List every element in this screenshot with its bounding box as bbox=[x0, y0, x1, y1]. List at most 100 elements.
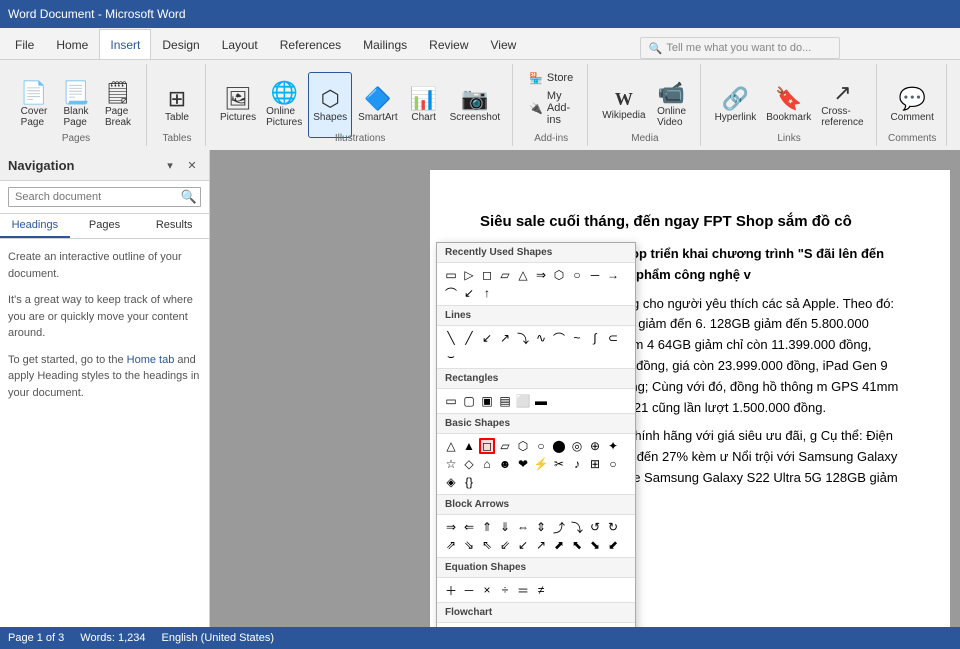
ba-16[interactable]: ↗ bbox=[533, 537, 549, 553]
ba-5[interactable]: ⇔ bbox=[515, 519, 531, 535]
shapes-button[interactable]: ⬡ Shapes bbox=[308, 72, 352, 138]
basic-8[interactable]: ◎ bbox=[569, 438, 585, 454]
tab-insert[interactable]: Insert bbox=[99, 29, 151, 59]
shape-triangle[interactable]: △ bbox=[515, 267, 531, 283]
basic-16[interactable]: ⚡ bbox=[533, 456, 549, 472]
search-input[interactable] bbox=[8, 187, 201, 207]
nav-close-button[interactable]: ✕ bbox=[183, 156, 201, 174]
eq-1[interactable]: ＋ bbox=[443, 582, 459, 598]
basic-20[interactable]: ○ bbox=[605, 456, 621, 472]
shape-hexagon[interactable]: ⬡ bbox=[551, 267, 567, 283]
ba-14[interactable]: ⇙ bbox=[497, 537, 513, 553]
basic-21[interactable]: ◈ bbox=[443, 474, 459, 490]
shape-square[interactable]: ◻ bbox=[479, 267, 495, 283]
ba-15[interactable]: ↙ bbox=[515, 537, 531, 553]
eq-3[interactable]: × bbox=[479, 582, 495, 598]
line-diagonal[interactable]: ╱ bbox=[461, 330, 477, 346]
line-connector1[interactable]: ⊂ bbox=[605, 330, 621, 346]
basic-5[interactable]: ⬡ bbox=[515, 438, 531, 454]
basic-2[interactable]: ▲ bbox=[461, 438, 477, 454]
nav-menu-button[interactable]: ▾ bbox=[161, 156, 179, 174]
wikipedia-button[interactable]: W Wikipedia bbox=[598, 72, 649, 138]
shape-line[interactable]: ─ bbox=[587, 267, 603, 283]
ba-8[interactable]: ⤵ bbox=[569, 519, 585, 535]
basic-22[interactable]: {} bbox=[461, 474, 477, 490]
ba-20[interactable]: ⬋ bbox=[605, 537, 621, 553]
basic-6[interactable]: ○ bbox=[533, 438, 549, 454]
comment-button[interactable]: 💬 Comment bbox=[887, 72, 938, 138]
basic-9[interactable]: ⊕ bbox=[587, 438, 603, 454]
basic-4[interactable]: ▱ bbox=[497, 438, 513, 454]
shape-parallelogram[interactable]: ▱ bbox=[497, 267, 513, 283]
rect-4[interactable]: ▤ bbox=[497, 393, 513, 409]
bookmark-button[interactable]: 🔖 Bookmark bbox=[762, 72, 815, 138]
line-curve1[interactable]: ⤵ bbox=[515, 330, 531, 346]
shape-arrow[interactable]: ▷ bbox=[461, 267, 477, 283]
ba-19[interactable]: ⬊ bbox=[587, 537, 603, 553]
ba-1[interactable]: ⇒ bbox=[443, 519, 459, 535]
rect-2[interactable]: ▢ bbox=[461, 393, 477, 409]
line-arc[interactable]: ⌒ bbox=[551, 330, 567, 346]
basic-11[interactable]: ☆ bbox=[443, 456, 459, 472]
eq-4[interactable]: ÷ bbox=[497, 582, 513, 598]
cover-page-button[interactable]: 📄 CoverPage bbox=[14, 72, 54, 138]
tell-me-input[interactable]: 🔍 Tell me what you want to do... bbox=[640, 37, 840, 59]
ba-17[interactable]: ⬈ bbox=[551, 537, 567, 553]
ba-7[interactable]: ⤴ bbox=[551, 519, 567, 535]
tab-view[interactable]: View bbox=[480, 29, 528, 59]
line-scribble[interactable]: ~ bbox=[569, 330, 585, 346]
tab-file[interactable]: File bbox=[4, 29, 45, 59]
search-icon[interactable]: 🔍 bbox=[181, 189, 197, 205]
eq-2[interactable]: － bbox=[461, 582, 477, 598]
line-arrow1[interactable]: ↙ bbox=[479, 330, 495, 346]
ba-2[interactable]: ⇐ bbox=[461, 519, 477, 535]
ba-13[interactable]: ⇖ bbox=[479, 537, 495, 553]
ba-4[interactable]: ⇓ bbox=[497, 519, 513, 535]
online-video-button[interactable]: 📹 OnlineVideo bbox=[652, 72, 692, 138]
rect-6[interactable]: ▬ bbox=[533, 393, 549, 409]
line-straight[interactable]: ╲ bbox=[443, 330, 459, 346]
tab-design[interactable]: Design bbox=[151, 29, 210, 59]
basic-10[interactable]: ✦ bbox=[605, 438, 621, 454]
basic-3-selected[interactable]: ◻ bbox=[479, 438, 495, 454]
hyperlink-button[interactable]: 🔗 Hyperlink bbox=[711, 72, 761, 138]
shape-curve[interactable]: ⌒ bbox=[443, 285, 459, 301]
tab-review[interactable]: Review bbox=[418, 29, 479, 59]
table-button[interactable]: ⊞ Table bbox=[157, 72, 197, 138]
basic-12[interactable]: ◇ bbox=[461, 456, 477, 472]
pictures-button[interactable]: 🖼 Pictures bbox=[216, 72, 260, 138]
tab-references[interactable]: References bbox=[269, 29, 352, 59]
basic-7[interactable]: ⬤ bbox=[551, 438, 567, 454]
rect-5[interactable]: ⬜ bbox=[515, 393, 531, 409]
tab-results[interactable]: Results bbox=[139, 214, 209, 238]
screenshot-button[interactable]: 📷 Screenshot bbox=[446, 72, 505, 138]
basic-14[interactable]: ☻ bbox=[497, 456, 513, 472]
cross-reference-button[interactable]: ↗ Cross-reference bbox=[817, 72, 867, 138]
ba-10[interactable]: ↻ bbox=[605, 519, 621, 535]
shape-circle[interactable]: ○ bbox=[569, 267, 585, 283]
basic-18[interactable]: ♪ bbox=[569, 456, 585, 472]
online-pictures-button[interactable]: 🌐 OnlinePictures bbox=[262, 72, 306, 138]
tab-pages[interactable]: Pages bbox=[70, 214, 140, 238]
tab-layout[interactable]: Layout bbox=[211, 29, 269, 59]
basic-19[interactable]: ⊞ bbox=[587, 456, 603, 472]
my-addins-button[interactable]: 🔌 My Add-ins bbox=[523, 94, 579, 122]
rect-3[interactable]: ▣ bbox=[479, 393, 495, 409]
ba-3[interactable]: ⇑ bbox=[479, 519, 495, 535]
line-arrow2[interactable]: ↗ bbox=[497, 330, 513, 346]
rect-1[interactable]: ▭ bbox=[443, 393, 459, 409]
basic-15[interactable]: ❤ bbox=[515, 456, 531, 472]
ba-12[interactable]: ⇘ bbox=[461, 537, 477, 553]
line-freeform[interactable]: ∫ bbox=[587, 330, 603, 346]
shape-rectangle[interactable]: ▭ bbox=[443, 267, 459, 283]
shape-right-arrow[interactable]: ⇒ bbox=[533, 267, 549, 283]
ba-18[interactable]: ⬉ bbox=[569, 537, 585, 553]
tab-headings[interactable]: Headings bbox=[0, 214, 70, 238]
ba-9[interactable]: ↺ bbox=[587, 519, 603, 535]
basic-1[interactable]: △ bbox=[443, 438, 459, 454]
eq-5[interactable]: ＝ bbox=[515, 582, 531, 598]
shape-line-arrow[interactable]: → bbox=[605, 267, 621, 283]
ba-6[interactable]: ⇕ bbox=[533, 519, 549, 535]
eq-6[interactable]: ≠ bbox=[533, 582, 549, 598]
tab-home[interactable]: Home bbox=[45, 29, 99, 59]
